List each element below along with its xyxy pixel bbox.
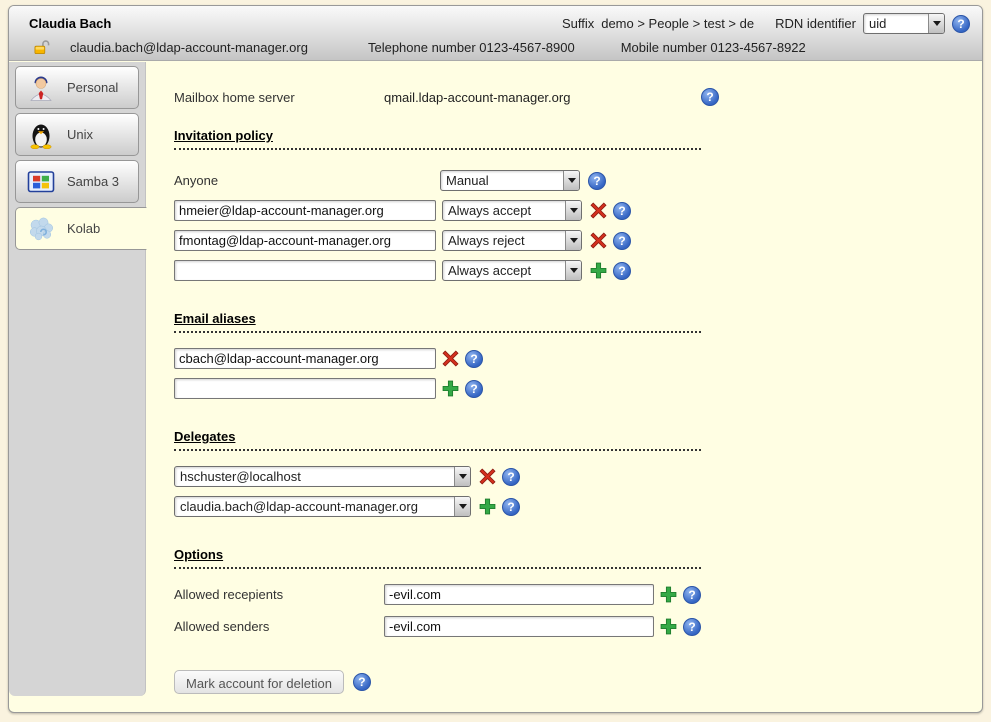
help-icon[interactable]: [613, 262, 631, 280]
unlock-icon: [33, 39, 50, 56]
account-email: claudia.bach@ldap-account-manager.org: [70, 40, 308, 55]
help-icon[interactable]: [683, 618, 701, 636]
allowed-senders-row: Allowed senders: [174, 616, 984, 637]
anyone-label: Anyone: [174, 173, 440, 188]
new-delegate-select[interactable]: claudia.bach@ldap-account-manager.org: [174, 496, 471, 517]
tab-label: Samba 3: [67, 174, 119, 189]
person-icon: [27, 74, 55, 102]
title-bar: Claudia Bach Suffix demo > People > test…: [9, 6, 982, 61]
invitation-row: Always reject: [174, 230, 984, 251]
mailbox-home-server-label: Mailbox home server: [174, 90, 384, 105]
tab-unix[interactable]: Unix: [15, 113, 139, 156]
suffix-label: Suffix: [562, 16, 594, 31]
help-icon[interactable]: [701, 88, 719, 106]
help-icon[interactable]: [465, 350, 483, 368]
help-icon[interactable]: [613, 232, 631, 250]
delete-icon[interactable]: [590, 232, 607, 249]
email-alias-new-row: [174, 378, 984, 399]
mobile-number: Mobile number 0123-4567-8922: [621, 40, 806, 55]
invitation-email-input[interactable]: [174, 230, 436, 251]
module-tab-sidebar: Personal Unix: [9, 62, 146, 696]
delegate-row: hschuster@localhost: [174, 466, 984, 487]
allowed-senders-label: Allowed senders: [174, 619, 384, 634]
invitation-email-input[interactable]: [174, 200, 436, 221]
help-icon[interactable]: [588, 172, 606, 190]
add-icon[interactable]: [590, 262, 607, 279]
invitation-policy-select[interactable]: Always accept: [442, 200, 582, 221]
tab-personal[interactable]: Personal: [15, 66, 139, 109]
delegates-heading: Delegates: [174, 429, 701, 451]
kolab-tab-content: Mailbox home server qmail.ldap-account-m…: [146, 62, 984, 694]
allowed-recipients-row: Allowed recepients: [174, 584, 984, 605]
help-icon[interactable]: [683, 586, 701, 604]
add-icon[interactable]: [442, 380, 459, 397]
help-icon[interactable]: [952, 15, 970, 33]
add-icon[interactable]: [479, 498, 496, 515]
delegate-select[interactable]: hschuster@localhost: [174, 466, 471, 487]
tab-samba3[interactable]: Samba 3: [15, 160, 139, 203]
invitation-policy-select[interactable]: Always accept: [442, 260, 582, 281]
email-aliases-heading: Email aliases: [174, 311, 701, 333]
add-icon[interactable]: [660, 586, 677, 603]
email-alias-row: [174, 348, 984, 369]
account-edit-window: Claudia Bach Suffix demo > People > test…: [8, 5, 983, 713]
tab-kolab[interactable]: Kolab: [15, 207, 147, 250]
invitation-email-input[interactable]: [174, 260, 436, 281]
page-title: Claudia Bach: [29, 16, 111, 31]
tab-label: Unix: [67, 127, 93, 142]
chevron-down-icon: [454, 467, 470, 486]
windows-logo-icon: [27, 168, 55, 196]
email-alias-input[interactable]: [174, 378, 436, 399]
rdn-identifier-select[interactable]: uid: [863, 13, 945, 34]
help-icon[interactable]: [353, 673, 371, 691]
delete-account-row: Mark account for deletion: [174, 670, 984, 694]
tux-penguin-icon: [27, 121, 55, 149]
kolab-cloud-icon: [27, 215, 55, 243]
delete-icon[interactable]: [590, 202, 607, 219]
options-heading: Options: [174, 547, 701, 569]
chevron-down-icon: [454, 497, 470, 516]
chevron-down-icon: [928, 14, 944, 33]
invitation-row: Always accept: [174, 200, 984, 221]
tab-label: Kolab: [67, 221, 100, 236]
allowed-recipients-label: Allowed recepients: [174, 587, 384, 602]
help-icon[interactable]: [502, 498, 520, 516]
chevron-down-icon: [565, 231, 581, 250]
delegate-new-row: claudia.bach@ldap-account-manager.org: [174, 496, 984, 517]
invitation-policy-select[interactable]: Always reject: [442, 230, 582, 251]
chevron-down-icon: [563, 171, 579, 190]
chevron-down-icon: [565, 201, 581, 220]
chevron-down-icon: [565, 261, 581, 280]
anyone-policy-select[interactable]: Manual: [440, 170, 580, 191]
help-icon[interactable]: [502, 468, 520, 486]
allowed-senders-input[interactable]: [384, 616, 654, 637]
telephone-number: Telephone number 0123-4567-8900: [368, 40, 575, 55]
delete-icon[interactable]: [442, 350, 459, 367]
rdn-identifier-label: RDN identifier: [775, 16, 856, 31]
delete-icon[interactable]: [479, 468, 496, 485]
suffix-breadcrumb: demo > People > test > de: [601, 16, 754, 31]
help-icon[interactable]: [613, 202, 631, 220]
help-icon[interactable]: [465, 380, 483, 398]
invitation-policy-heading: Invitation policy: [174, 128, 701, 150]
tab-label: Personal: [67, 80, 118, 95]
mark-account-for-deletion-button[interactable]: Mark account for deletion: [174, 670, 344, 694]
invitation-anyone-row: Anyone Manual: [174, 170, 984, 191]
mailbox-home-server-row: Mailbox home server qmail.ldap-account-m…: [174, 88, 719, 106]
invitation-new-row: Always accept: [174, 260, 984, 281]
add-icon[interactable]: [660, 618, 677, 635]
mailbox-home-server-value: qmail.ldap-account-manager.org: [384, 90, 570, 105]
allowed-recipients-input[interactable]: [384, 584, 654, 605]
email-alias-input[interactable]: [174, 348, 436, 369]
